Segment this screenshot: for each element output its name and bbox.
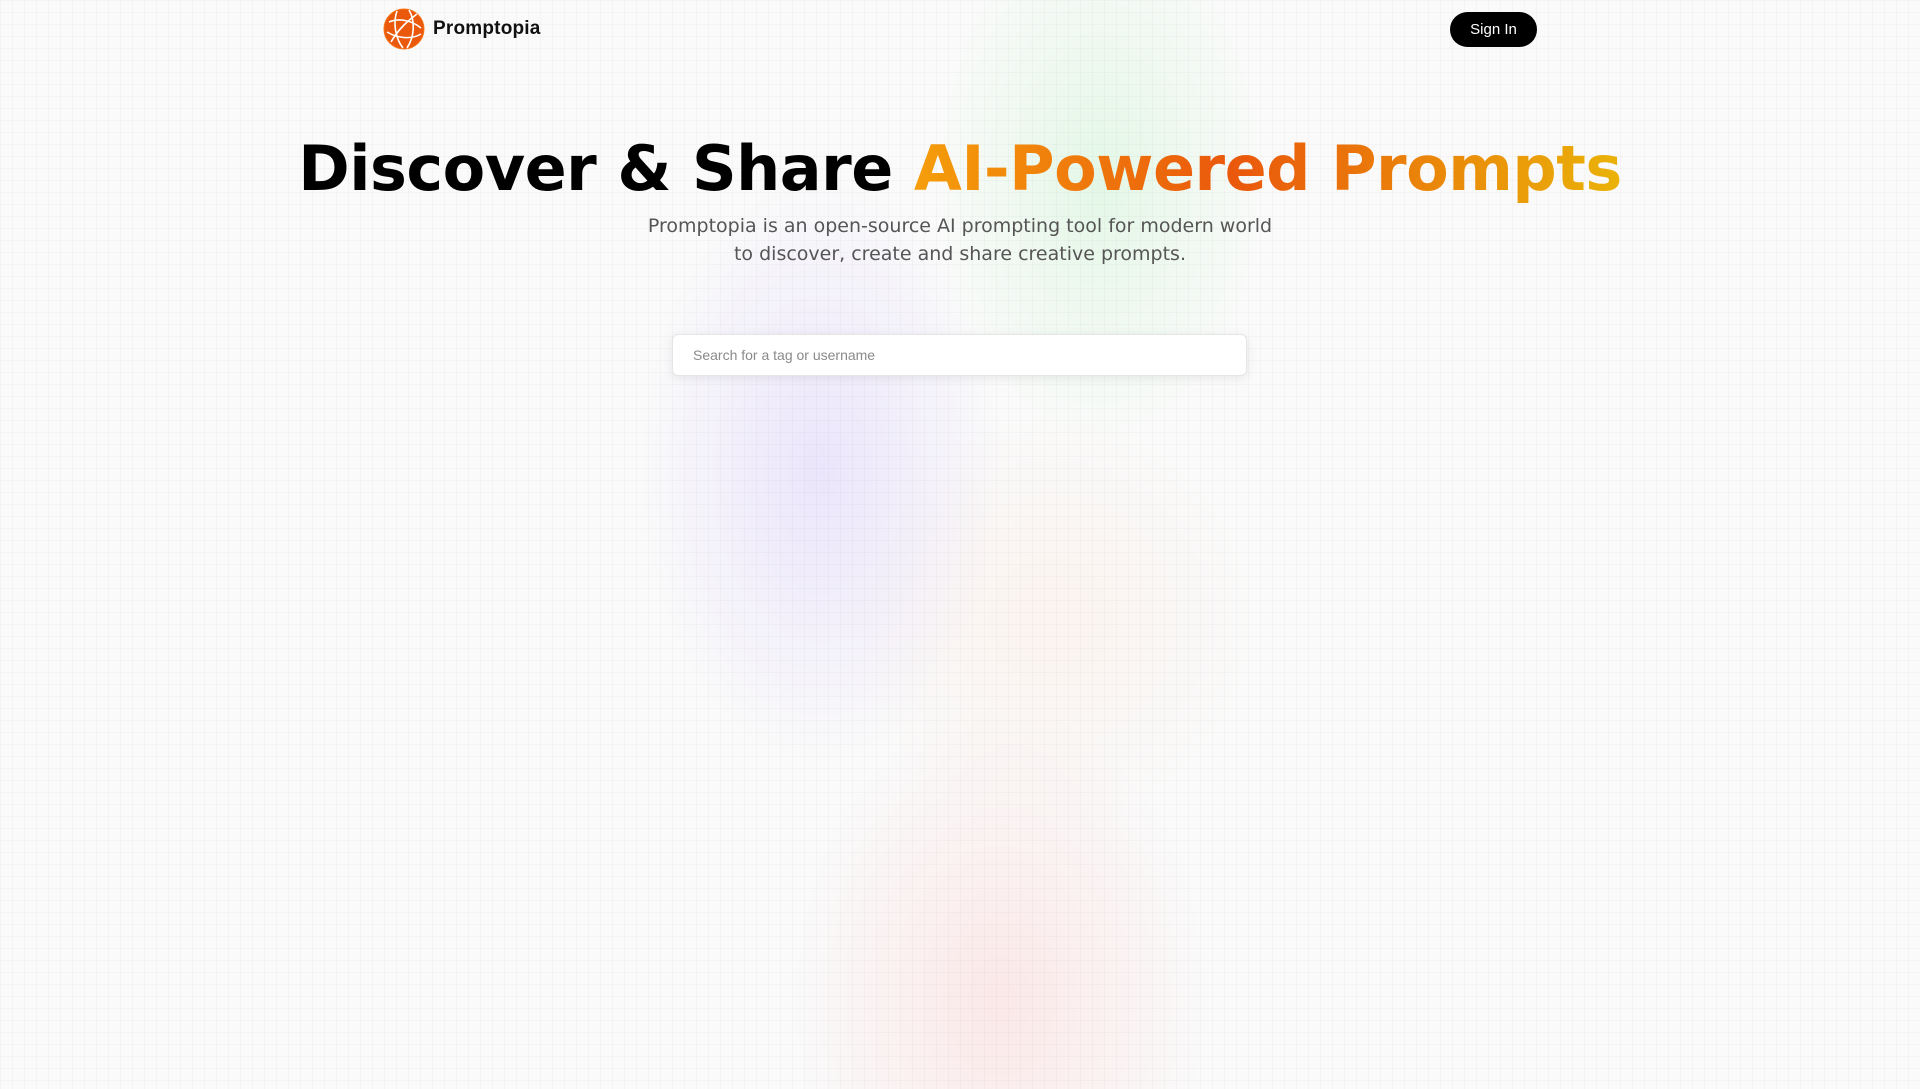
- brand-link[interactable]: Promptopia: [383, 8, 541, 50]
- sign-in-button[interactable]: Sign In: [1450, 11, 1537, 47]
- globe-logo-icon: [383, 8, 425, 50]
- hero-headline: Discover & Share AI-Powered Prompts: [0, 128, 1920, 210]
- page: Promptopia Sign In Discover & Share AI-P…: [0, 0, 1920, 1089]
- top-nav: Promptopia Sign In: [383, 8, 1537, 50]
- headline-accent: AI-Powered Prompts: [913, 132, 1622, 205]
- search-input[interactable]: [672, 334, 1247, 376]
- hero-description: Promptopia is an open-source AI promptin…: [647, 215, 1273, 265]
- brand-name: Promptopia: [433, 18, 541, 39]
- hero-section: Discover & Share AI-Powered Prompts Prom…: [0, 128, 1920, 268]
- headline-main: Discover & Share: [298, 132, 893, 205]
